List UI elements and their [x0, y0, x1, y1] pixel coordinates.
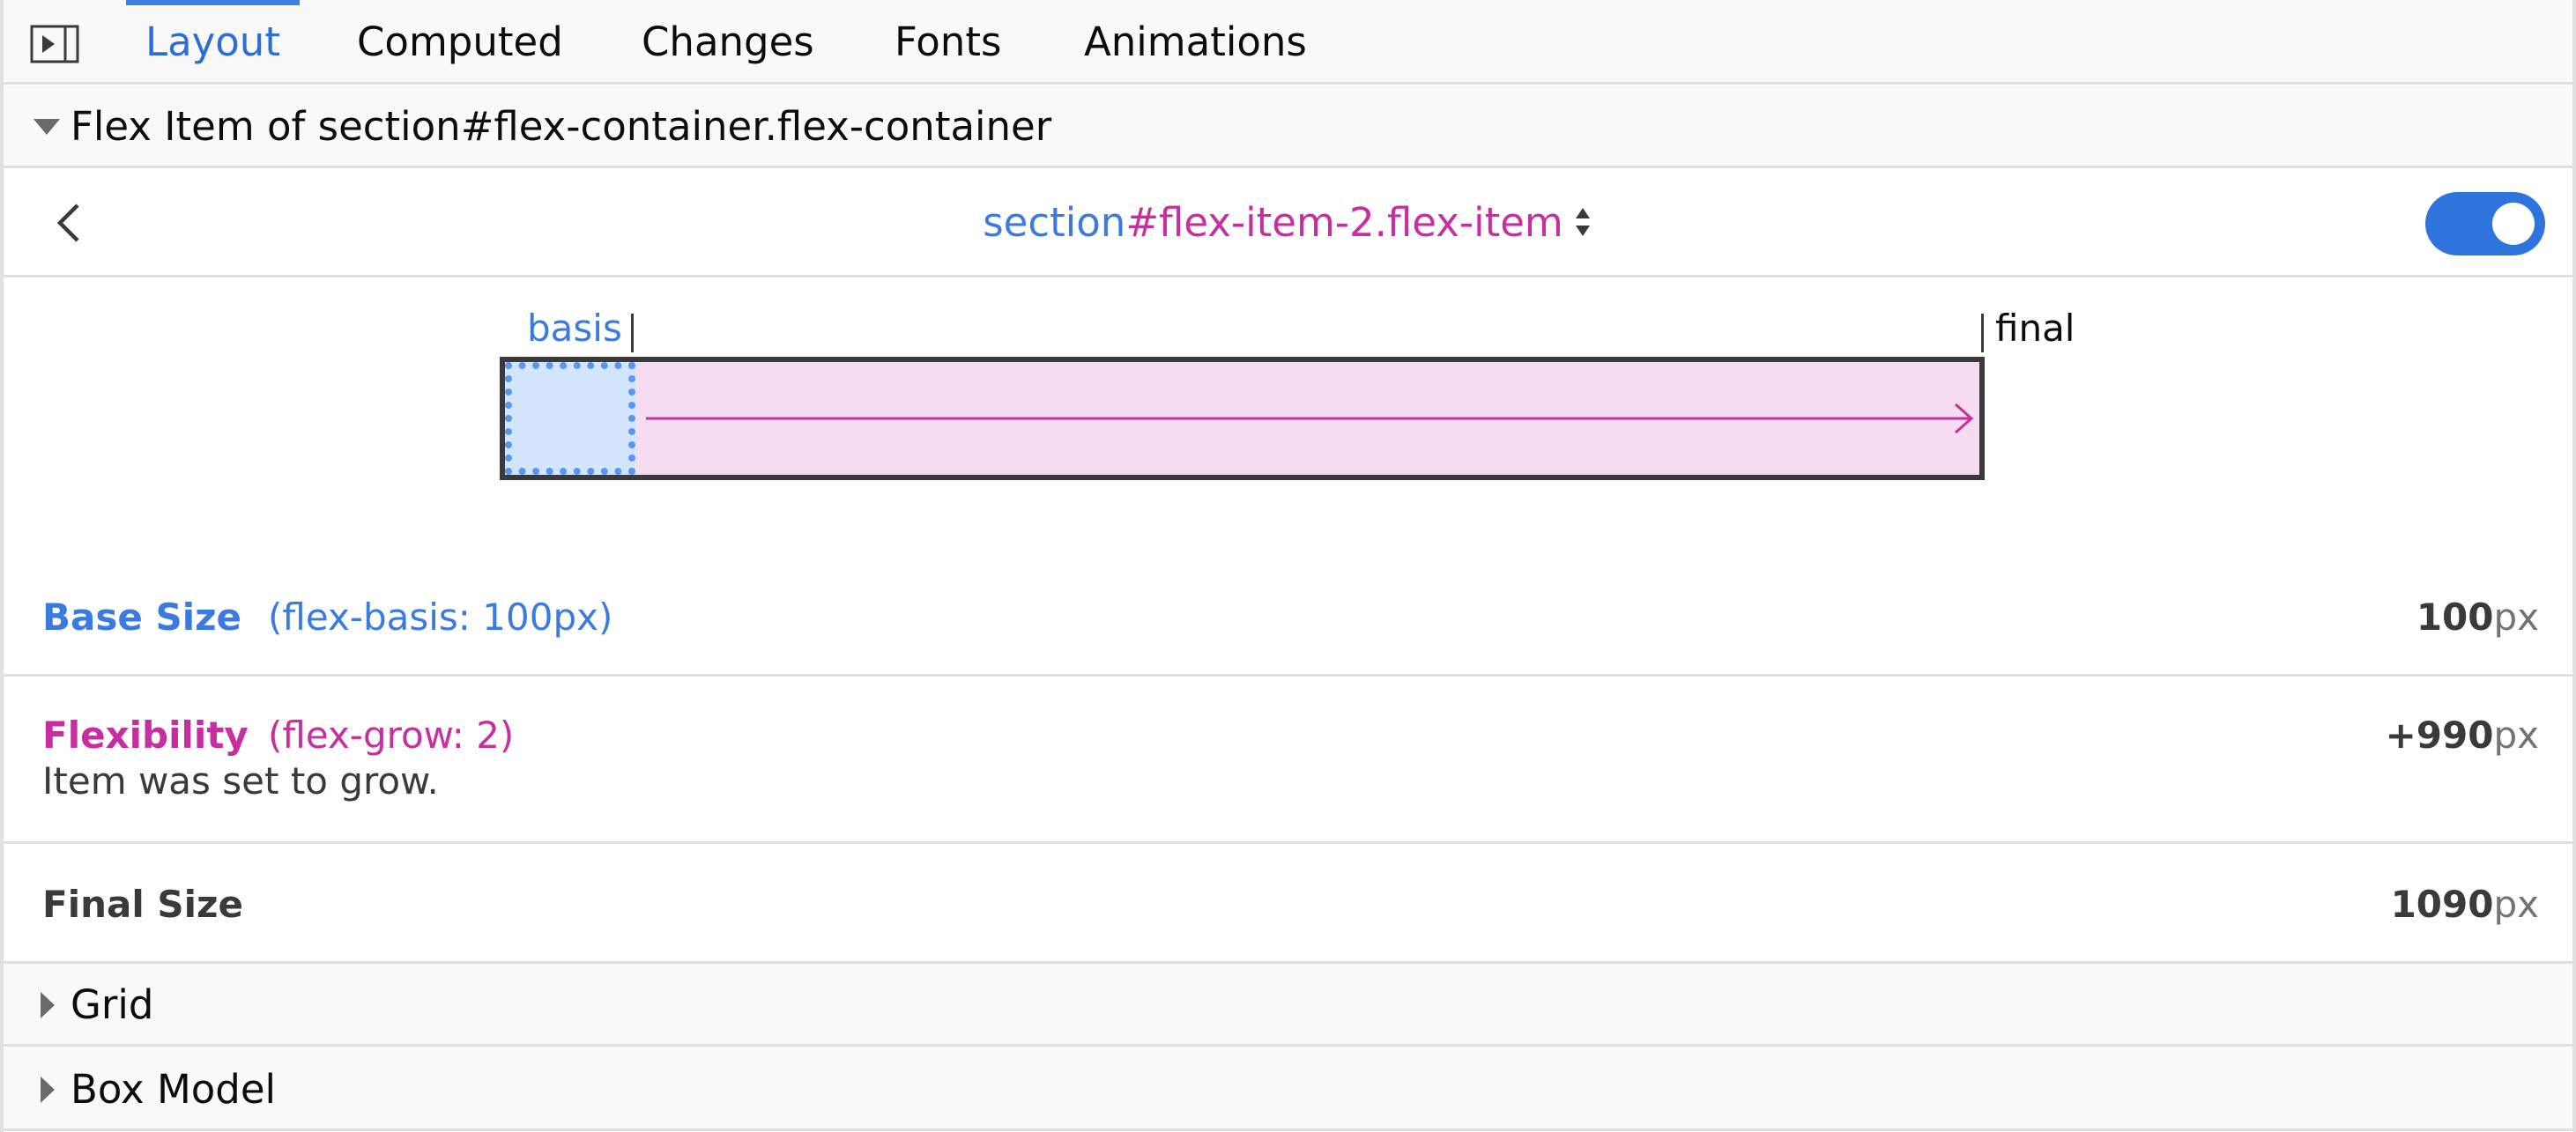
basis-label: basis — [527, 307, 622, 350]
flex-item-section-title: Flex Item of section#flex-container.flex… — [71, 103, 1052, 150]
flex-item-selector[interactable]: section#flex-item-2.flex-item — [4, 168, 2572, 277]
base-size-label: Base Size — [42, 596, 242, 639]
flexibility-row: Flexibility (flex-grow: 2) +990px Item w… — [4, 677, 2572, 844]
grow-arrow-icon — [646, 403, 1974, 434]
flex-item-section-header[interactable]: Flex Item of section#flex-container.flex… — [4, 85, 2572, 168]
collapsed-triangle-icon — [41, 992, 55, 1018]
tab-layout[interactable]: Layout — [126, 0, 300, 85]
flex-basis-note: (flex-basis: 100px) — [268, 596, 613, 639]
basis-marker — [631, 314, 634, 352]
tab-computed[interactable]: Computed — [357, 0, 563, 85]
final-label: final — [1995, 307, 2075, 350]
basis-size-box — [505, 362, 635, 475]
box-model-section-header[interactable]: Box Model — [4, 1048, 2572, 1131]
tab-animations[interactable]: Animations — [1084, 0, 1307, 85]
final-size-value: 1090px — [2390, 883, 2539, 926]
sidebar-tab-bar: Layout Computed Changes Fonts Animations — [4, 0, 2572, 85]
selector-id-class: #flex-item-2.flex-item — [1125, 199, 1563, 246]
inspector-sidebar-panel: Layout Computed Changes Fonts Animations… — [0, 0, 2576, 1132]
toggle-knob — [2492, 203, 2535, 245]
flex-grow-note: (flex-grow: 2) — [268, 714, 515, 757]
final-size-label: Final Size — [42, 883, 243, 926]
flex-item-sizing-diagram: basis final — [4, 280, 2572, 571]
grid-section-title: Grid — [71, 981, 154, 1028]
collapsed-triangle-icon — [41, 1077, 55, 1103]
flex-item-selector-row: section#flex-item-2.flex-item — [4, 168, 2572, 277]
flex-item-outline — [500, 357, 1985, 480]
base-size-row: Base Size (flex-basis: 100px) 100px — [4, 571, 2572, 677]
tab-changes[interactable]: Changes — [642, 0, 814, 85]
sort-arrows-icon[interactable] — [1572, 204, 1593, 240]
expanded-triangle-icon — [33, 119, 60, 135]
final-size-row: Final Size 1090px — [4, 844, 2572, 964]
flexibility-label: Flexibility — [42, 714, 249, 757]
flexibility-value: +990px — [2385, 714, 2539, 757]
final-marker — [1981, 314, 1984, 352]
base-size-value: 100px — [2416, 596, 2539, 639]
selector-tag-name: section — [983, 199, 1126, 246]
grid-section-header[interactable]: Grid — [4, 964, 2572, 1047]
tab-fonts[interactable]: Fonts — [895, 0, 1001, 85]
sidebar-toggle-icon[interactable] — [30, 25, 79, 63]
box-model-section-title: Box Model — [71, 1066, 277, 1113]
flexibility-description: Item was set to grow. — [42, 759, 439, 803]
highlight-flex-item-toggle[interactable] — [2425, 192, 2545, 255]
